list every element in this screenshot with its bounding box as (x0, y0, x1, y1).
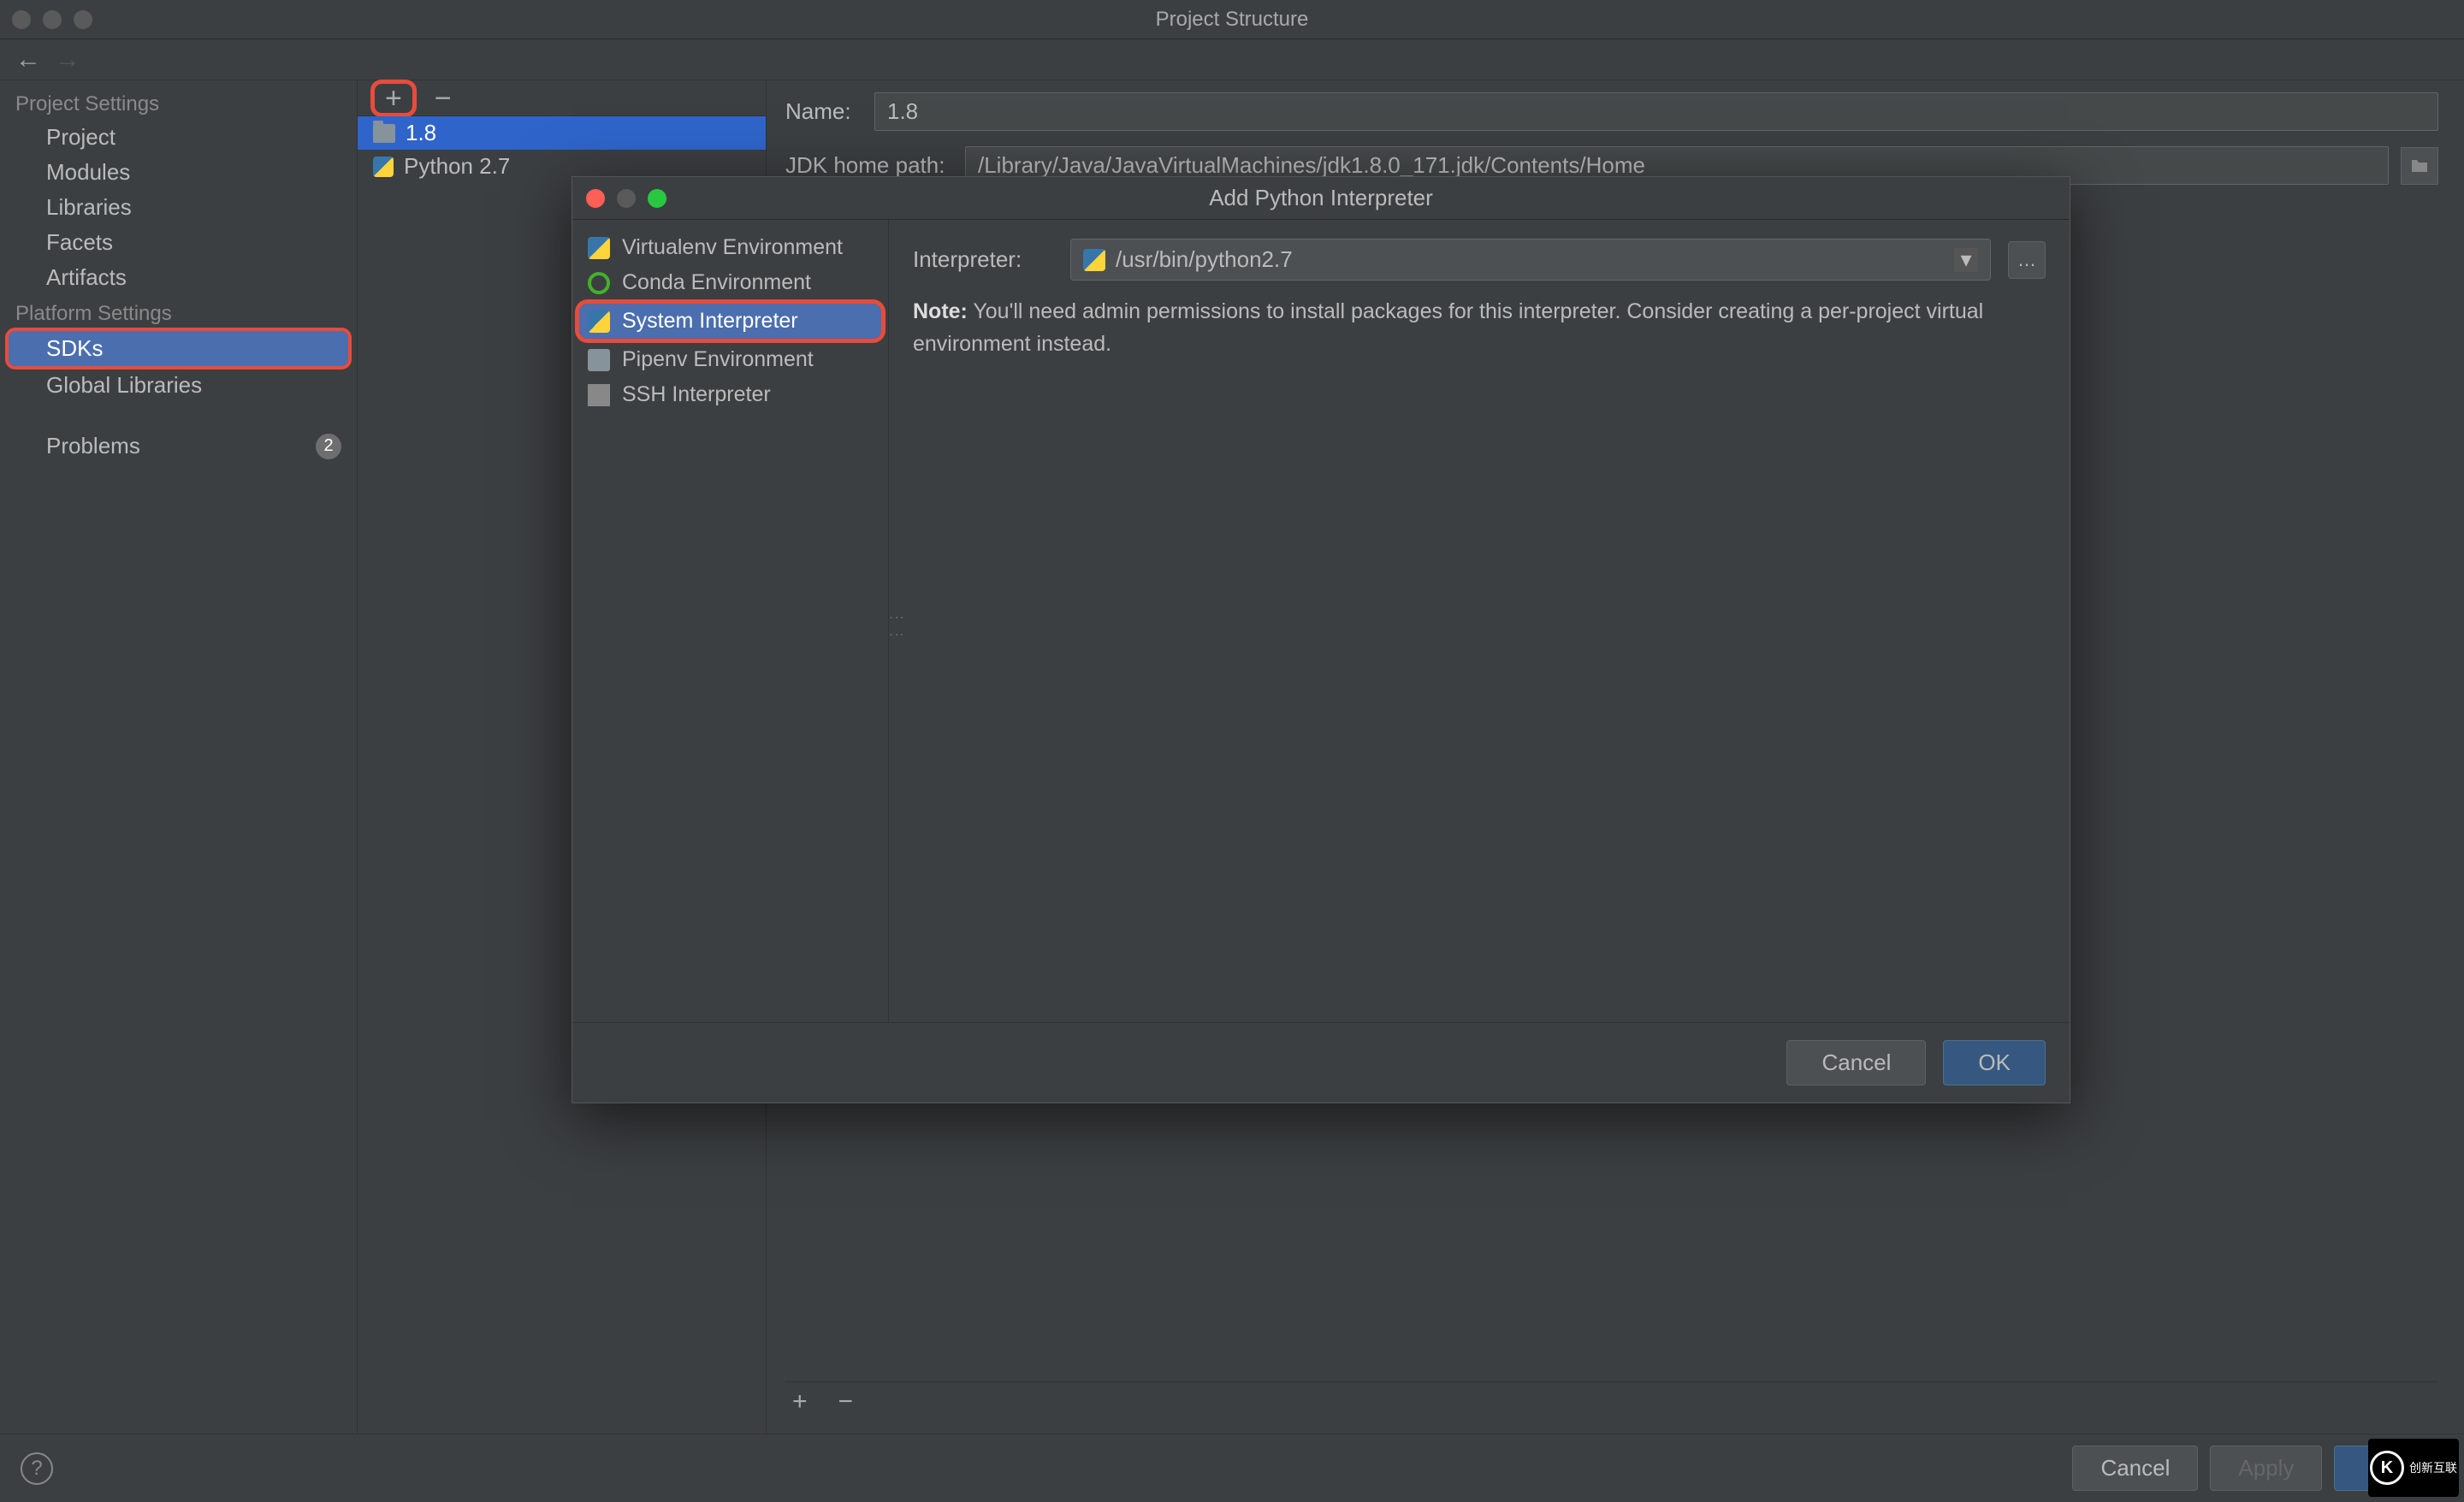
problems-count-badge: 2 (316, 434, 341, 459)
remove-sdk-button[interactable]: − (428, 84, 459, 113)
problems-label: Problems (46, 433, 140, 459)
python-icon (588, 237, 610, 259)
conda-icon (588, 272, 610, 294)
jdk-home-label: JDK home path: (785, 152, 953, 179)
sdk-label: 1.8 (406, 120, 436, 146)
sidebar-item-project[interactable]: Project (0, 120, 357, 155)
option-label: System Interpreter (622, 309, 798, 334)
option-system-interpreter[interactable]: System Interpreter (579, 304, 881, 339)
option-virtualenv[interactable]: Virtualenv Environment (572, 230, 888, 265)
python-icon (373, 157, 394, 177)
modal-footer: Cancel OK (572, 1022, 2070, 1103)
minimize-window-icon[interactable] (43, 10, 62, 29)
zoom-window-icon[interactable] (74, 10, 92, 29)
sdk-label: Python 2.7 (404, 153, 510, 180)
option-label: SSH Interpreter (622, 382, 771, 407)
option-ssh[interactable]: SSH Interpreter (572, 377, 888, 412)
browse-folder-icon[interactable] (2401, 147, 2438, 185)
name-label: Name: (785, 98, 862, 125)
browse-interpreter-button[interactable]: … (2008, 241, 2046, 279)
folder-icon (373, 124, 395, 143)
pipenv-icon (588, 349, 610, 371)
sidebar-item-modules[interactable]: Modules (0, 155, 357, 190)
interpreter-type-list: Virtualenv Environment Conda Environment… (572, 220, 889, 1022)
apply-button: Apply (2210, 1446, 2322, 1491)
settings-sidebar: Project Settings Project Modules Librari… (0, 80, 358, 1434)
sidebar-item-libraries[interactable]: Libraries (0, 190, 357, 225)
modal-titlebar: Add Python Interpreter (572, 177, 2070, 220)
window-titlebar: Project Structure (0, 0, 2464, 39)
python-icon (588, 310, 610, 333)
add-sdk-button[interactable]: + (375, 84, 412, 113)
sidebar-item-facets[interactable]: Facets (0, 225, 357, 260)
option-label: Virtualenv Environment (622, 235, 843, 260)
chevron-down-icon[interactable]: ▾ (1954, 248, 1978, 272)
sdk-toolbar: + − (358, 80, 766, 116)
project-settings-heading: Project Settings (0, 86, 357, 120)
logo-icon: K (2370, 1451, 2404, 1485)
back-icon[interactable]: ← (15, 45, 41, 74)
sidebar-item-artifacts[interactable]: Artifacts (0, 260, 357, 295)
add-python-interpreter-dialog: Add Python Interpreter Virtualenv Enviro… (572, 176, 2070, 1103)
cancel-button[interactable]: Cancel (2072, 1446, 2198, 1491)
terminal-icon (588, 384, 610, 406)
modal-minimize-icon (617, 189, 636, 208)
option-label: Conda Environment (622, 270, 811, 295)
modal-title: Add Python Interpreter (1209, 185, 1433, 211)
interpreter-path-select[interactable]: /usr/bin/python2.7 ▾ (1070, 239, 1991, 281)
admin-note: Note: You'll need admin permissions to i… (913, 296, 2046, 360)
note-text: You'll need admin permissions to install… (913, 299, 1983, 356)
watermark-text: 创新互联 (2409, 1459, 2457, 1476)
option-label: Pipenv Environment (622, 347, 814, 372)
window-controls (12, 10, 92, 29)
close-window-icon[interactable] (12, 10, 31, 29)
sidebar-item-problems[interactable]: Problems 2 (0, 429, 357, 464)
interpreter-config-panel: Interpreter: /usr/bin/python2.7 ▾ … Note… (889, 220, 2070, 1022)
modal-zoom-icon[interactable] (648, 189, 666, 208)
nav-row: ← → (0, 39, 2464, 80)
sidebar-item-sdks[interactable]: SDKs (9, 331, 348, 366)
interpreter-label: Interpreter: (913, 246, 1053, 273)
option-conda[interactable]: Conda Environment (572, 265, 888, 300)
modal-window-controls (586, 189, 666, 208)
window-title: Project Structure (1156, 8, 1309, 32)
dialog-footer: ? Cancel Apply OK (0, 1434, 2464, 1502)
sdk-name-input[interactable] (874, 92, 2438, 131)
modal-close-icon[interactable] (586, 189, 605, 208)
forward-icon: → (55, 45, 80, 74)
python-icon (1083, 249, 1105, 271)
note-bold: Note: (913, 299, 968, 323)
interpreter-path-value: /usr/bin/python2.7 (1116, 246, 1293, 273)
watermark-logo: K 创新互联 (2368, 1439, 2459, 1497)
help-icon[interactable]: ? (21, 1452, 53, 1485)
sidebar-item-global-libraries[interactable]: Global Libraries (0, 368, 357, 403)
remove-classpath-button[interactable]: − (832, 1389, 861, 1415)
modal-ok-button[interactable]: OK (1943, 1040, 2046, 1085)
add-classpath-button[interactable]: + (785, 1389, 814, 1415)
platform-settings-heading: Platform Settings (0, 295, 357, 329)
sdk-item-1-8[interactable]: 1.8 (358, 116, 766, 150)
option-pipenv[interactable]: Pipenv Environment (572, 342, 888, 377)
modal-cancel-button[interactable]: Cancel (1786, 1040, 1926, 1085)
resize-handle-icon[interactable]: ⋮⋮ (887, 610, 906, 644)
